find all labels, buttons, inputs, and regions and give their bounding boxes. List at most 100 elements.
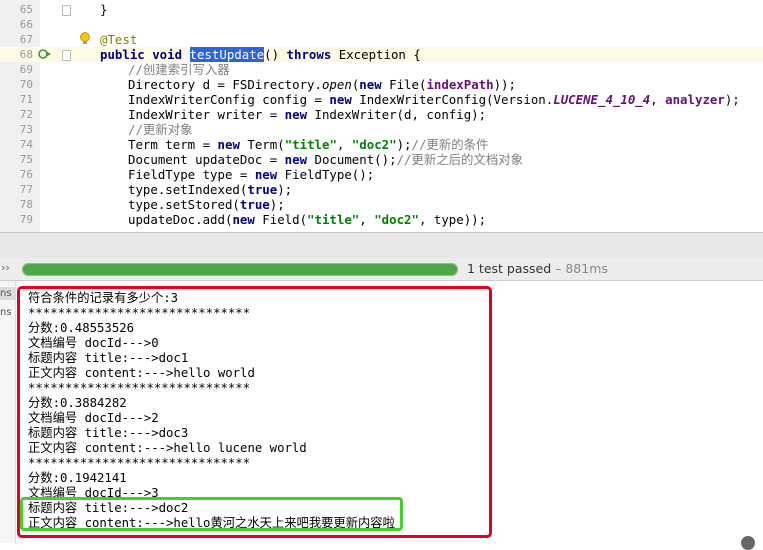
code-token: throws	[286, 47, 339, 62]
code-token: "title"	[284, 137, 337, 152]
code-token: //更新之后的文档对象	[396, 152, 523, 167]
code-token: Exception {	[338, 47, 421, 62]
code-token: new	[329, 92, 360, 107]
code-line[interactable]: 78 type.setStored(true);	[0, 197, 763, 212]
code-token: );	[724, 92, 740, 107]
code-token: IndexWriter(d, config);	[314, 107, 487, 122]
test-progress-fill	[23, 264, 457, 275]
code-text[interactable]: Document updateDoc = new Document();//更新…	[128, 152, 523, 167]
line-number: 69	[19, 63, 33, 76]
test-duration: – 881ms	[551, 261, 608, 276]
fold-marker-icon[interactable]	[62, 5, 71, 16]
code-line[interactable]: 66	[0, 17, 763, 32]
line-number: 78	[19, 198, 33, 211]
code-token: ()	[264, 47, 287, 62]
code-token: updateDoc.add(	[128, 212, 233, 227]
code-token: new	[217, 137, 248, 152]
code-text[interactable]: Directory d = FSDirectory.open(new File(…	[128, 77, 516, 92]
code-token: //创建索引写入器	[128, 62, 230, 77]
code-token: indexPath	[426, 77, 494, 92]
code-text[interactable]: IndexWriter writer = new IndexWriter(d, …	[128, 107, 486, 122]
panel-divider[interactable]	[0, 232, 763, 259]
code-token: public void	[100, 47, 190, 62]
code-token: , type));	[418, 212, 487, 227]
code-token: open	[321, 77, 352, 92]
code-token: File(	[389, 77, 427, 92]
code-token: //更新对象	[128, 122, 193, 137]
code-text[interactable]: updateDoc.add(new Field("title", "doc2",…	[128, 212, 486, 227]
code-line[interactable]: 75 Document updateDoc = new Document();//…	[0, 152, 763, 167]
code-text[interactable]: @Test	[100, 32, 137, 47]
line-number: 73	[19, 123, 33, 136]
code-text[interactable]: //更新对象	[128, 122, 192, 137]
tool-tab-1[interactable]: ns	[0, 287, 15, 300]
line-number: 65	[19, 3, 33, 16]
code-token: new	[284, 107, 315, 122]
code-token: Term term =	[128, 137, 218, 152]
code-token: IndexWriterConfig config =	[128, 92, 330, 107]
code-token: true	[247, 182, 278, 197]
run-test-icon[interactable]	[38, 47, 52, 61]
code-token: FieldType();	[284, 167, 375, 182]
code-token: FieldType type =	[128, 167, 255, 182]
code-text[interactable]: //创建索引写入器	[128, 62, 230, 77]
code-token: ));	[493, 77, 516, 92]
corner-indicator-icon	[741, 536, 755, 550]
code-token: "doc2"	[351, 137, 397, 152]
code-text[interactable]: public void testUpdate() throws Exceptio…	[100, 47, 421, 62]
code-token: analyzer	[665, 92, 725, 107]
code-line[interactable]: 76 FieldType type = new FieldType();	[0, 167, 763, 182]
code-line[interactable]: 71 IndexWriterConfig config = new IndexWr…	[0, 92, 763, 107]
code-token: //更新的条件	[411, 137, 489, 152]
code-token: Term(	[247, 137, 285, 152]
code-line[interactable]: 70 Directory d = FSDirectory.open(new Fil…	[0, 77, 763, 92]
lightbulb-icon[interactable]	[78, 31, 92, 47]
code-token: );	[277, 182, 293, 197]
code-token: new	[232, 212, 263, 227]
code-text[interactable]: type.setStored(true);	[128, 197, 285, 212]
line-number: 71	[19, 93, 33, 106]
code-text[interactable]: Term term = new Term("title", "doc2");//…	[128, 137, 488, 152]
code-line[interactable]: 67 @Test	[0, 32, 763, 47]
code-token: Field(	[262, 212, 308, 227]
code-token: new	[254, 167, 285, 182]
code-token: ,	[650, 92, 666, 107]
code-token: @Test	[100, 32, 138, 47]
code-token: Directory d = FSDirectory.	[128, 77, 322, 92]
line-number: 72	[19, 108, 33, 121]
code-line[interactable]: 74 Term term = new Term("title", "doc2");…	[0, 137, 763, 152]
code-token: IndexWriterConfig(Version.	[359, 92, 554, 107]
code-token: );	[396, 137, 412, 152]
code-line[interactable]: 77 type.setIndexed(true);	[0, 182, 763, 197]
expand-chevron-icon[interactable]: ››	[1, 261, 10, 274]
code-token: new	[284, 152, 315, 167]
code-text[interactable]: FieldType type = new FieldType();	[128, 167, 374, 182]
code-editor[interactable]: 65} 66 67 @Test 68 public void testUpdate() t…	[0, 0, 763, 232]
code-token: "doc2"	[374, 212, 419, 227]
code-line[interactable]: 65}	[0, 2, 763, 17]
code-token: type.setIndexed(	[128, 182, 248, 197]
code-token: "title"	[307, 212, 360, 227]
code-text[interactable]: }	[100, 2, 107, 17]
test-status-label: 1 test passed	[467, 261, 552, 276]
code-token: Document updateDoc =	[128, 152, 285, 167]
code-line[interactable]: 68 public void testUpdate() throws Except…	[0, 47, 763, 62]
code-text[interactable]: type.setIndexed(true);	[128, 182, 292, 197]
code-token: LUCENE_4_10_4	[553, 92, 651, 107]
green-highlight-box	[20, 497, 403, 531]
line-number: 76	[19, 168, 33, 181]
test-status: 1 test passed – 881ms	[467, 261, 608, 276]
line-number: 74	[19, 138, 33, 151]
tool-tab-2[interactable]: ns	[0, 307, 12, 318]
fold-marker-icon[interactable]	[62, 50, 71, 61]
line-number: 77	[19, 183, 33, 196]
line-number: 66	[19, 18, 33, 31]
code-text[interactable]: IndexWriterConfig config = new IndexWrit…	[128, 92, 740, 107]
code-line[interactable]: 72 IndexWriter writer = new IndexWriter(d…	[0, 107, 763, 122]
code-token: Document();	[314, 152, 397, 167]
code-line[interactable]: 73 //更新对象	[0, 122, 763, 137]
code-line[interactable]: 69 //创建索引写入器	[0, 62, 763, 77]
left-tool-strip: ns ns	[0, 281, 16, 543]
code-line[interactable]: 79 updateDoc.add(new Field("title", "doc2…	[0, 212, 763, 227]
code-token: ,	[336, 137, 352, 152]
